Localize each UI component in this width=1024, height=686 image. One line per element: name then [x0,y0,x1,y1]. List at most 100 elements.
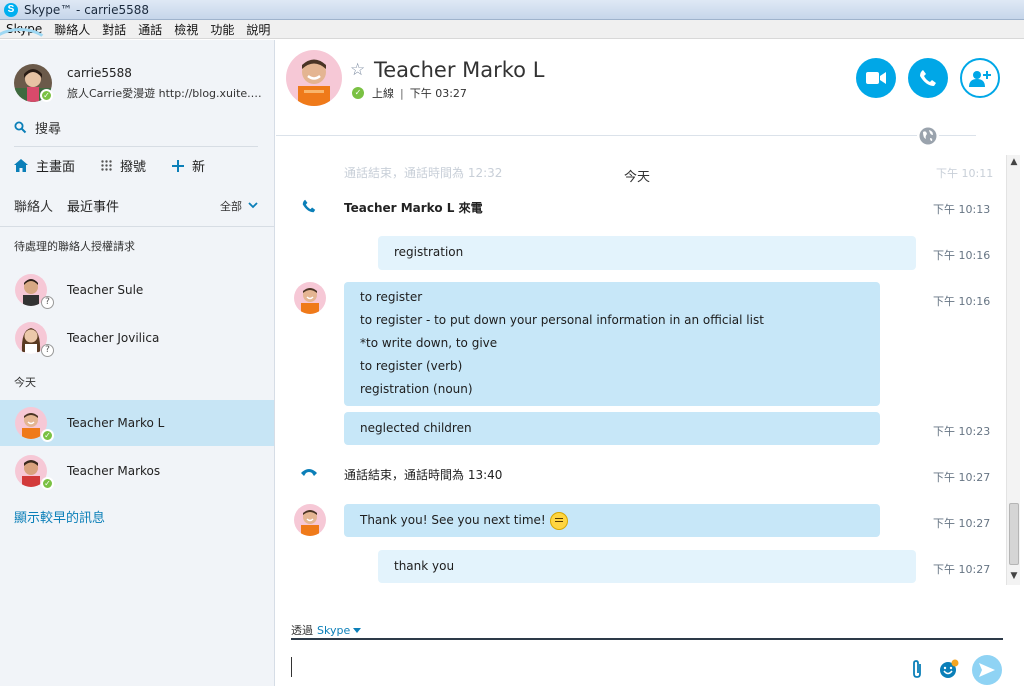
menu-conversations[interactable]: 對話 [96,21,132,38]
profile-area[interactable]: ✓ carrie5588 旅人Carrie愛漫遊 http://blog.xui… [0,28,275,110]
section-today-label: 今天 [14,376,36,389]
conversation-avatar[interactable] [286,50,342,106]
message-bubble-own[interactable]: registration [378,236,916,270]
message-scrollbar[interactable]: ▲ ▼ [1006,155,1020,585]
profile-mood[interactable]: 旅人Carrie愛漫遊 http://blog.xuite.n... [67,85,262,101]
divider [0,226,274,227]
message-line: thank you [394,559,455,573]
message-line: registration [394,245,464,259]
plus-icon [172,159,185,172]
new-button[interactable]: 新 [172,156,205,175]
message-input[interactable] [291,644,891,684]
contact-item[interactable]: ? Teacher Jovilica [0,315,274,361]
message-line: to register - to put down your personal … [360,313,764,327]
paperclip-icon [913,660,921,678]
attach-file-button[interactable] [906,658,928,680]
voice-call-button[interactable] [908,58,948,98]
send-button[interactable] [972,655,1002,685]
show-older-messages-link[interactable]: 顯示較早的訊息 [14,507,105,526]
message-line: neglected children [360,421,472,435]
menu-call[interactable]: 通話 [132,21,168,38]
dialpad-icon [101,160,112,171]
contact-name: Teacher Sule [67,283,144,297]
scroll-down-icon[interactable]: ▼ [1009,571,1019,581]
window-title: Skype™ - carrie5588 [24,2,150,17]
scroll-thumb[interactable] [1009,503,1019,565]
nav-row: 主畫面 撥號 新 [14,156,231,175]
profile-name: carrie5588 [67,66,132,80]
online-status-icon: ✓ [41,477,54,490]
menu-tools[interactable]: 功能 [204,21,240,38]
message-line: to register (verb) [360,359,463,373]
tab-recent[interactable]: 最近事件 [67,196,119,215]
contact-name: Teacher Marko L [67,416,165,430]
message-bubble-contact[interactable]: neglected children [344,412,880,445]
video-call-button[interactable] [856,58,896,98]
divider [14,146,258,147]
video-camera-icon [866,72,886,84]
message-time: 下午 10:16 [933,249,991,262]
message-time: 下午 10:27 [933,563,991,576]
online-status-icon: ✓ [40,89,53,102]
skype-logo-icon: S [4,2,18,17]
home-button[interactable]: 主畫面 [14,156,75,175]
composer-divider [291,638,1003,640]
message-bubble-contact[interactable]: Thank you! See you next time! [344,504,880,537]
filter-dropdown[interactable]: 全部 [220,198,258,214]
status-separator: | [400,86,404,100]
message-line: registration (noun) [360,382,473,396]
call-ended-text: 通話結束，通話時間為 13:40 [344,468,503,482]
search-icon [14,121,27,134]
dial-button[interactable]: 撥號 [101,156,146,175]
via-service[interactable]: Skype [317,624,350,637]
favorite-star-icon[interactable]: ☆ [350,60,365,80]
send-arrow-icon [979,663,995,677]
sidebar-tabs: 聯絡人 最近事件 全部 [14,196,258,215]
header-divider [276,135,976,136]
contact-name: Teacher Jovilica [67,331,160,345]
dial-label: 撥號 [120,160,147,175]
send-via-selector[interactable]: 透過 Skype [291,622,362,638]
message-bubble-contact[interactable]: to register to register - to put down yo… [344,282,880,406]
home-icon [14,159,28,172]
call-ended-icon [301,469,317,476]
add-contact-icon [969,71,991,87]
status-text: 上線 [372,87,394,100]
contact-item[interactable]: ✓ Teacher Markos [0,448,274,494]
emoji-icon [549,511,568,530]
new-label: 新 [192,160,206,175]
message-bubble-own[interactable]: thank you [378,550,916,583]
chevron-down-icon [353,627,362,633]
message-time: 下午 10:27 [933,471,991,484]
search-button[interactable]: 搜尋 [14,118,61,137]
online-status-icon: ✓ [352,87,364,99]
conversation-status: ✓ 上線 | 下午 03:27 [352,85,467,101]
contact-item[interactable]: ? Teacher Sule [0,267,274,313]
conversation-panel: ☆ Teacher Marko L ✓ 上線 | 下午 03:27 通話結束，通… [276,40,1024,686]
menu-contacts[interactable]: 聯絡人 [48,21,96,38]
menu-view[interactable]: 檢視 [168,21,204,38]
filter-label: 全部 [220,199,242,213]
scroll-up-icon[interactable]: ▲ [1009,157,1019,167]
message-line: Thank you! See you next time! [360,513,546,527]
faded-history-text: 通話結束，通話時間為 12:32 [344,166,503,180]
message-line: to register [360,290,423,304]
translator-globe-icon[interactable] [917,125,939,147]
menu-help[interactable]: 說明 [240,21,276,38]
section-pending-label: 待處理的聯絡人授權請求 [14,240,135,253]
tab-contacts[interactable]: 聯絡人 [14,196,53,215]
via-label: 透過 [291,624,313,637]
incoming-call-text: Teacher Marko L 來電 [344,201,483,215]
message-sender-avatar [294,504,326,536]
contact-item-selected[interactable]: ✓ Teacher Marko L [0,400,274,446]
emoticon-button[interactable] [938,658,960,680]
message-sender-avatar [294,282,326,314]
smiley-icon [940,659,959,678]
menu-bar: Skype 聯絡人 對話 通話 檢視 功能 說明 [0,20,1024,39]
message-time: 下午 10:16 [933,295,991,308]
add-people-button[interactable] [960,58,1000,98]
contact-name: Teacher Markos [67,464,161,478]
phone-icon [920,70,936,86]
message-line: *to write down, to give [360,336,498,350]
message-time: 下午 10:27 [933,517,991,530]
